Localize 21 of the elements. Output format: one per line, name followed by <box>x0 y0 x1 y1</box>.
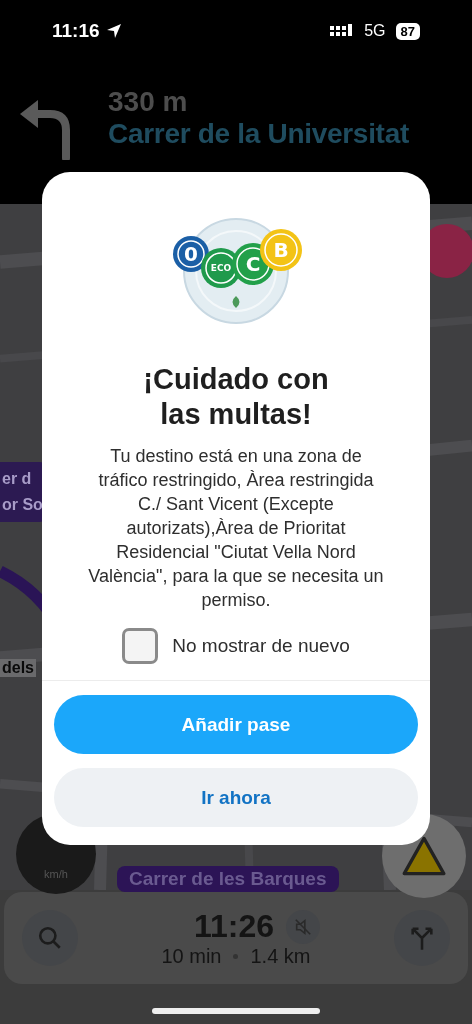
battery-level: 87 <box>395 22 420 40</box>
location-arrow-icon <box>105 23 122 39</box>
speaker-muted-icon <box>294 917 313 936</box>
street-label-text: er d <box>2 469 33 489</box>
street-name-label: dels <box>0 659 36 677</box>
search-icon <box>37 925 63 951</box>
dialog-message: Tu destino está en una zona de tráfico restringido, Àrea restringida C./ Sant Vicent (Excepte autorizats),Àrea de Prioritat Residencial "Ciutat Vella Nord València", para la que se necesita un permiso. <box>87 445 385 612</box>
add-pass-button[interactable]: Añadir pase <box>54 695 418 754</box>
signal-icon <box>330 24 355 38</box>
turn-distance: 330 m <box>108 86 189 118</box>
network-type: 5G <box>364 22 386 40</box>
route-street-label: Carrer de les Barques <box>117 866 339 892</box>
status-time: 11:16 <box>52 20 100 42</box>
warning-icon <box>402 836 446 876</box>
checkbox[interactable] <box>122 628 159 664</box>
go-now-button[interactable]: Ir ahora <box>54 768 418 827</box>
street-name: Carrer de la Universitat <box>108 118 409 150</box>
dialog-title: ¡Cuidado con las multas! <box>142 362 330 432</box>
street-label-text: or So <box>2 495 44 515</box>
checkbox-label: No mostrar de nuevo <box>172 635 350 657</box>
fork-arrow-icon <box>408 924 436 952</box>
